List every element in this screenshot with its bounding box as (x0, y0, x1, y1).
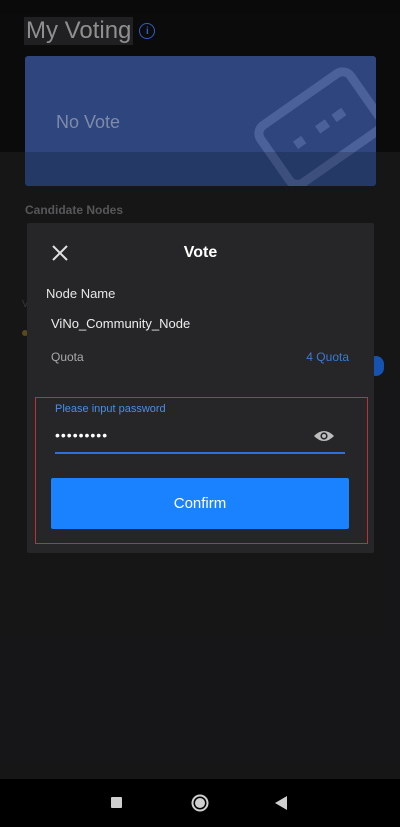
quota-label: Quota (51, 350, 84, 364)
info-icon[interactable]: i (139, 23, 156, 39)
password-input[interactable] (55, 421, 285, 449)
password-field-label: Please input password (55, 403, 166, 415)
vote-dialog: Vote Node Name ViNo_Community_Node Quota… (27, 223, 374, 553)
quota-value: 4 Quota (306, 350, 349, 364)
dialog-title: Vote (183, 244, 218, 261)
status-bar (0, 0, 400, 14)
page-title: My Voting (24, 17, 134, 45)
eye-icon[interactable] (313, 429, 335, 443)
home-icon[interactable] (191, 794, 209, 812)
recents-icon[interactable] (111, 797, 122, 808)
back-icon[interactable] (274, 795, 288, 811)
title-row: My Voting i (24, 14, 156, 48)
password-underline (55, 452, 345, 454)
node-name-value: ViNo_Community_Node (51, 316, 191, 331)
no-vote-text: No Vote (56, 112, 121, 132)
node-name-label: Node Name (46, 286, 116, 301)
confirm-button[interactable]: Confirm (51, 478, 349, 529)
